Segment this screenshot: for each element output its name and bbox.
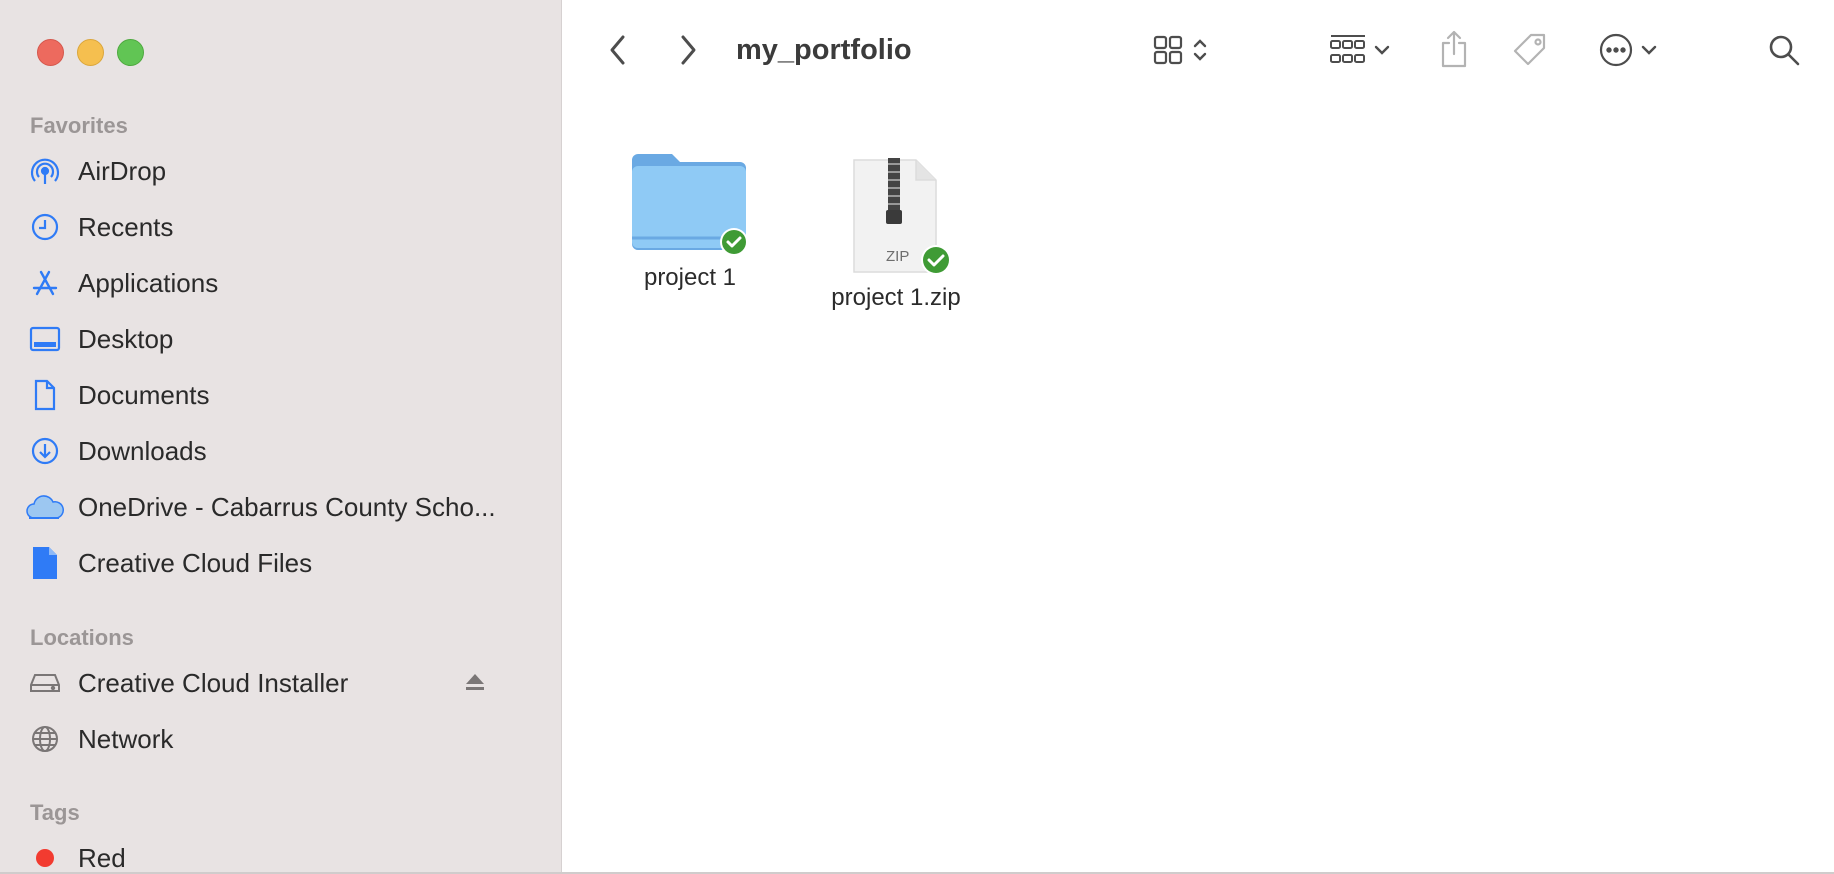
chevron-down-icon xyxy=(1641,45,1657,55)
chevron-left-icon xyxy=(610,35,625,65)
chevron-down-icon xyxy=(1374,45,1390,55)
folder-icon xyxy=(632,154,748,256)
search-icon xyxy=(1769,35,1800,66)
file-item-folder[interactable]: project 1 xyxy=(620,144,760,292)
sidebar-section-locations: Locations xyxy=(30,625,134,650)
synced-check-icon xyxy=(923,247,949,273)
document-icon xyxy=(24,374,66,416)
airdrop-icon xyxy=(24,150,66,192)
globe-icon xyxy=(24,718,66,760)
drive-icon xyxy=(24,662,66,704)
tag-button[interactable] xyxy=(1508,28,1552,72)
close-window-button[interactable] xyxy=(37,39,64,66)
eject-icon[interactable] xyxy=(464,672,486,694)
zoom-window-button[interactable] xyxy=(117,39,144,66)
share-button[interactable] xyxy=(1434,26,1474,72)
sidebar-item-documents[interactable]: Documents xyxy=(24,372,524,418)
file-name: project 1.zip xyxy=(831,284,961,311)
sidebar-item-label: Recents xyxy=(78,211,174,242)
share-icon xyxy=(1441,30,1467,68)
search-button[interactable] xyxy=(1764,30,1804,70)
sidebar-item-label: Network xyxy=(78,723,174,754)
sidebar-item-airdrop[interactable]: AirDrop xyxy=(24,148,524,194)
zip-badge: ZIP xyxy=(886,248,909,265)
sidebar-item-network[interactable]: Network xyxy=(24,716,524,762)
sidebar-item-recents[interactable]: Recents xyxy=(24,204,524,250)
up-down-chevron-icon xyxy=(1193,39,1207,61)
sidebar-item-downloads[interactable]: Downloads xyxy=(24,428,524,474)
sidebar-item-label: Downloads xyxy=(78,435,207,466)
chevron-right-icon xyxy=(681,35,696,65)
forward-button[interactable] xyxy=(670,32,706,68)
sidebar-item-creative-cloud-installer[interactable]: Creative Cloud Installer xyxy=(24,660,524,706)
desktop-icon xyxy=(24,318,66,360)
icon-grid-icon xyxy=(1153,35,1183,65)
sidebar-item-label: Creative Cloud Installer xyxy=(78,667,349,698)
applications-icon xyxy=(24,262,66,304)
file-item-zip[interactable]: ZIP project 1.zip xyxy=(826,156,966,312)
view-mode-button[interactable] xyxy=(1146,30,1216,70)
sidebar-item-label: Creative Cloud Files xyxy=(78,547,313,578)
minimize-window-button[interactable] xyxy=(77,39,104,66)
sidebar-item-label: Red xyxy=(78,842,126,873)
sidebar-item-label: Desktop xyxy=(78,323,174,354)
download-icon xyxy=(24,430,66,472)
window-title: my_portfolio xyxy=(736,34,912,66)
more-actions-button[interactable] xyxy=(1592,28,1664,72)
tag-icon xyxy=(1513,33,1546,66)
sidebar-item-label: Documents xyxy=(78,379,210,410)
back-button[interactable] xyxy=(600,32,636,68)
sidebar-item-desktop[interactable]: Desktop xyxy=(24,316,524,362)
sidebar-item-onedrive[interactable]: OneDrive - Cabarrus County Scho... xyxy=(24,484,524,530)
sidebar-item-label: OneDrive - Cabarrus County Scho... xyxy=(78,491,496,522)
zip-file-icon: ZIP xyxy=(853,158,951,275)
sidebar-item-label: AirDrop xyxy=(78,155,167,186)
clock-icon xyxy=(24,206,66,248)
ellipsis-circle-icon xyxy=(1599,33,1633,67)
file-name: project 1 xyxy=(643,264,737,291)
file-icon xyxy=(24,542,66,584)
sidebar-item-label: Applications xyxy=(78,267,219,298)
sidebar-item-tag-red[interactable]: Red xyxy=(24,835,524,874)
sidebar-section-tags: Tags xyxy=(30,800,80,825)
group-grid-icon xyxy=(1330,35,1365,63)
sidebar-item-applications[interactable]: Applications xyxy=(24,260,524,306)
sidebar: Favorites AirDrop Recents Applications D… xyxy=(0,0,562,874)
group-button[interactable] xyxy=(1322,30,1398,70)
sidebar-item-creative-cloud-files[interactable]: Creative Cloud Files xyxy=(24,540,524,586)
finder-window: Favorites AirDrop Recents Applications D… xyxy=(0,0,1834,874)
sidebar-section-favorites: Favorites xyxy=(30,113,128,138)
red-tag-icon xyxy=(24,837,66,874)
cloud-icon xyxy=(24,486,66,528)
